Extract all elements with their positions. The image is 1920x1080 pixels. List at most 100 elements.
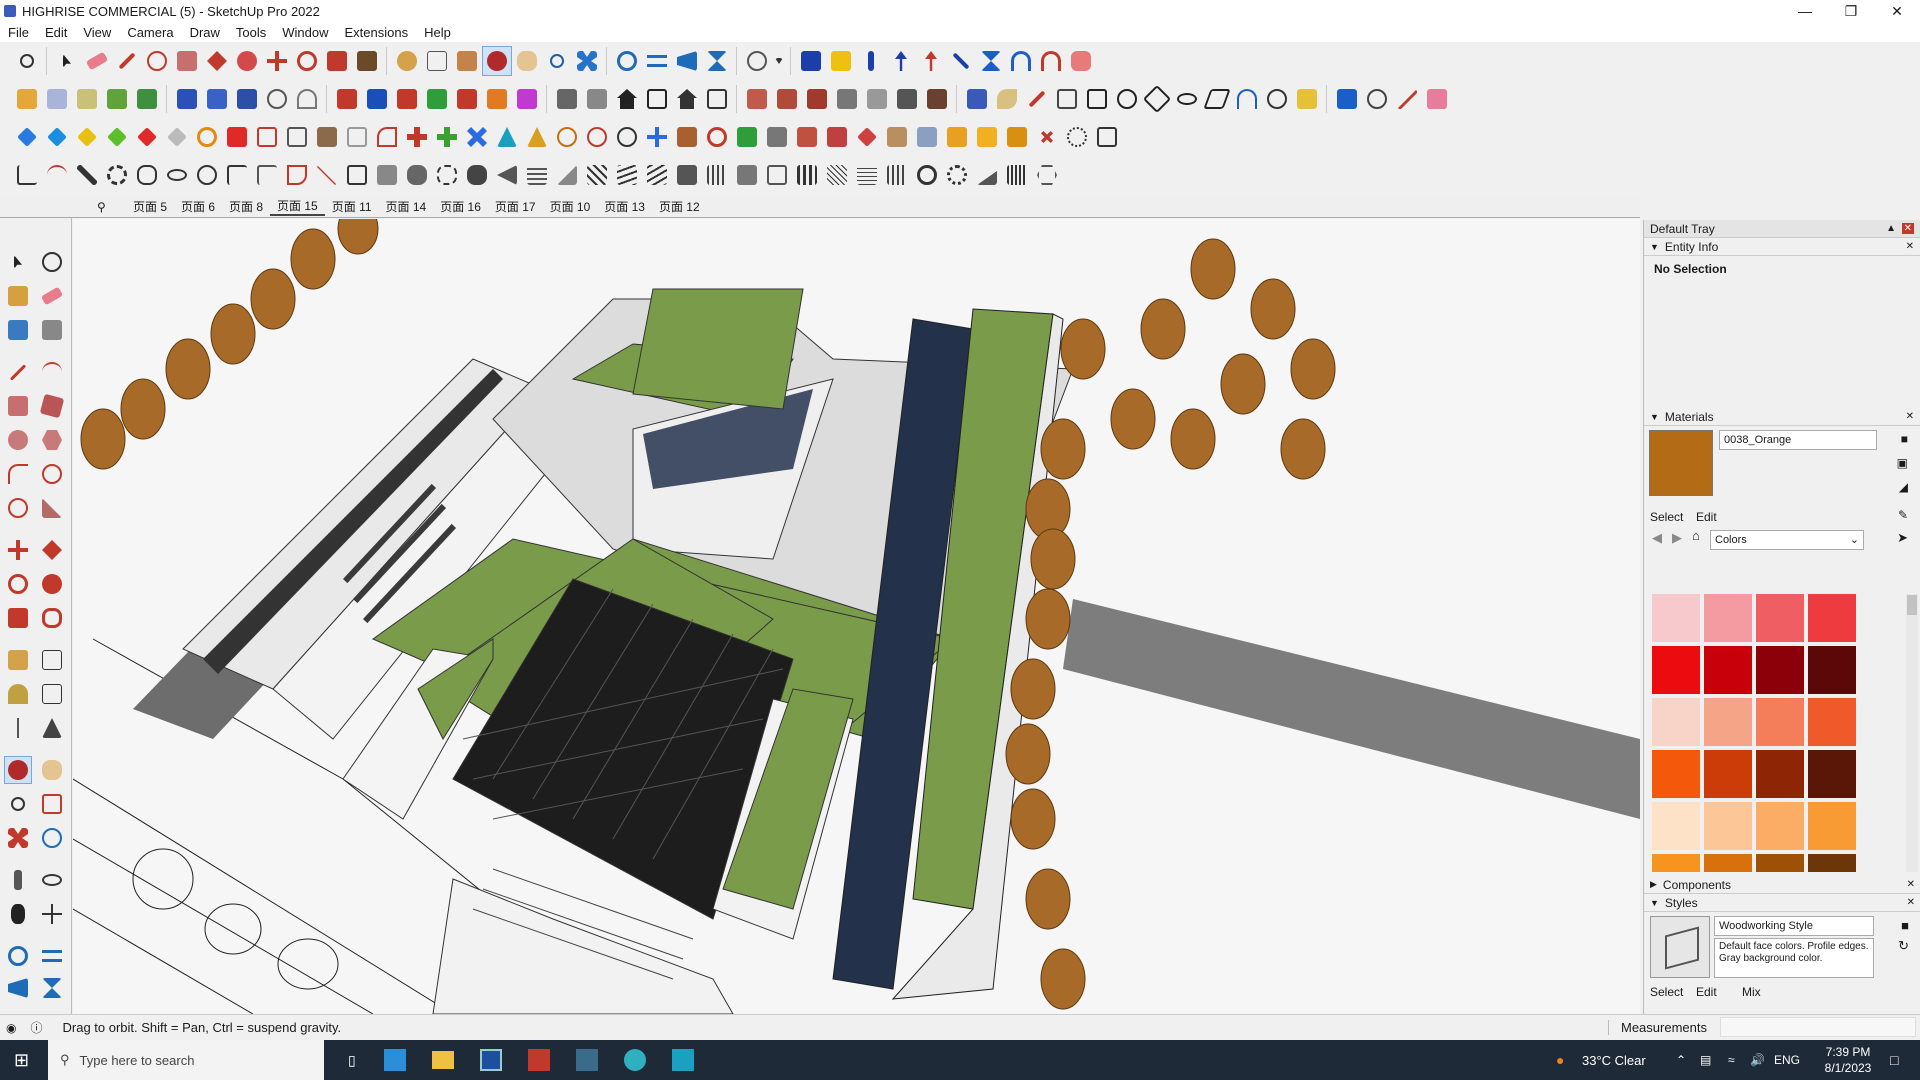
menu-view[interactable]: View	[75, 25, 119, 40]
styles-tab-mix[interactable]: Mix	[1742, 985, 1761, 999]
components-header[interactable]: ▶ Components ✕	[1644, 876, 1920, 894]
left-component-button[interactable]	[4, 316, 32, 344]
left-axes-button[interactable]	[4, 714, 32, 742]
materials-tab-select[interactable]: Select	[1650, 510, 1683, 524]
left-tag-button[interactable]	[38, 316, 66, 344]
color-swatch[interactable]	[1704, 646, 1752, 694]
left-polygon-button[interactable]	[38, 426, 66, 454]
materials-header[interactable]: ▼ Materials ✕	[1644, 408, 1920, 426]
forward-arrow-icon[interactable]: ▶	[1672, 530, 1682, 546]
color-swatch[interactable]	[1808, 802, 1856, 850]
color-swatch[interactable]	[1652, 750, 1700, 798]
tool-3-35-button[interactable]	[1032, 122, 1062, 152]
color-swatch[interactable]	[1808, 854, 1856, 872]
taskbar-search[interactable]: ⚲ Type here to search	[48, 1040, 324, 1080]
front-view-button[interactable]	[672, 46, 702, 76]
left-rectangle-button[interactable]	[4, 392, 32, 420]
tool-3-9-button[interactable]	[252, 122, 282, 152]
house-3-button[interactable]	[672, 84, 702, 114]
file-explorer-icon[interactable]	[431, 1051, 454, 1069]
house-2-button[interactable]	[642, 84, 672, 114]
house-4-button[interactable]	[702, 84, 732, 114]
ext-tool-4-button[interactable]	[886, 46, 916, 76]
materials-tab-edit[interactable]: Edit	[1696, 510, 1717, 524]
pushpull-tool-button[interactable]	[202, 46, 232, 76]
ext-tool-7-button[interactable]	[976, 46, 1006, 76]
brick-6-button[interactable]	[892, 84, 922, 114]
move-point-button[interactable]	[1392, 84, 1422, 114]
tool-4-25-button[interactable]	[732, 160, 762, 190]
language-indicator[interactable]: ENG	[1774, 1053, 1800, 1067]
tool-3-13-button[interactable]	[372, 122, 402, 152]
tool-4-13-button[interactable]	[372, 160, 402, 190]
tool-4-8-button[interactable]	[222, 160, 252, 190]
left-walk-button[interactable]	[4, 900, 32, 928]
left-position-camera-button[interactable]	[4, 866, 32, 894]
left-arc-button[interactable]	[4, 460, 32, 488]
tool-4-18-button[interactable]	[522, 160, 552, 190]
brick-4-button[interactable]	[832, 84, 862, 114]
tray-close-icon[interactable]: ✕	[1901, 223, 1914, 234]
tool-4-22-button[interactable]	[642, 160, 672, 190]
left-top-button[interactable]	[38, 942, 66, 970]
color-swatch[interactable]	[1756, 854, 1804, 872]
tool-3-1-button[interactable]	[12, 122, 42, 152]
tool-3-27-button[interactable]	[792, 122, 822, 152]
maximize-button[interactable]: ❐	[1828, 0, 1874, 22]
styles-tab-select[interactable]: Select	[1650, 985, 1683, 999]
tool-3-2-button[interactable]	[42, 122, 72, 152]
components-close-icon[interactable]: ✕	[1907, 879, 1915, 890]
color-swatch[interactable]	[1652, 646, 1700, 694]
scene-tab[interactable]: 页面 13	[597, 198, 652, 215]
search-scenes-icon[interactable]: ⚲	[90, 200, 113, 214]
solid-union-button[interactable]	[72, 84, 102, 114]
tool-4-24-button[interactable]	[702, 160, 732, 190]
ext-tool-1-button[interactable]	[796, 46, 826, 76]
tape-tool-button[interactable]	[392, 46, 422, 76]
tool-3-18-button[interactable]	[522, 122, 552, 152]
section-plane-button[interactable]	[172, 84, 202, 114]
tool-4-23-button[interactable]	[672, 160, 702, 190]
color-swatch[interactable]	[1704, 594, 1752, 642]
scene-tab[interactable]: 页面 10	[543, 198, 598, 215]
styles-close-icon[interactable]: ✕	[1907, 897, 1915, 908]
color-swatch[interactable]	[1756, 802, 1804, 850]
ext-tool-2-button[interactable]	[826, 46, 856, 76]
home-icon[interactable]: ⌂	[1692, 528, 1700, 543]
styles-tab-edit[interactable]: Edit	[1696, 985, 1717, 999]
left-orbit-button[interactable]	[4, 756, 32, 784]
tool-3-23-button[interactable]	[672, 122, 702, 152]
section-cut-button[interactable]	[202, 84, 232, 114]
house-button[interactable]	[612, 84, 642, 114]
shape-2-button[interactable]	[1082, 84, 1112, 114]
tool-4-15-button[interactable]	[432, 160, 462, 190]
color-swatch[interactable]	[1756, 594, 1804, 642]
left-3dtext-button[interactable]	[38, 714, 66, 742]
tool-3-16-button[interactable]	[462, 122, 492, 152]
autocad-icon[interactable]	[527, 1049, 550, 1071]
undo-button[interactable]	[1006, 46, 1036, 76]
brick-7-button[interactable]	[922, 84, 952, 114]
offset-tool-button[interactable]	[352, 46, 382, 76]
move-tool-button[interactable]	[262, 46, 292, 76]
left-section-button[interactable]	[38, 900, 66, 928]
orbit-tool-button[interactable]	[482, 46, 512, 76]
color-swatch[interactable]	[1704, 802, 1752, 850]
menu-extensions[interactable]: Extensions	[337, 25, 417, 40]
scene-tab[interactable]: 页面 6	[174, 198, 222, 215]
tool-3-36-button[interactable]	[1062, 122, 1092, 152]
library-dropdown[interactable]: Colors ⌄	[1710, 530, 1864, 550]
left-rotated-rect-button[interactable]	[38, 392, 66, 420]
tool-3-34-button[interactable]	[1002, 122, 1032, 152]
redo-button[interactable]	[1036, 46, 1066, 76]
tool-4-5-button[interactable]	[132, 160, 162, 190]
tool-3-11-button[interactable]	[312, 122, 342, 152]
circle-button[interactable]	[1112, 84, 1142, 114]
left-offset-button[interactable]	[38, 604, 66, 632]
tool-4-30-button[interactable]	[882, 160, 912, 190]
styles-header[interactable]: ▼ Styles ✕	[1644, 894, 1920, 912]
tool-4-21-button[interactable]	[612, 160, 642, 190]
color-swatch[interactable]	[1704, 750, 1752, 798]
spiral-button[interactable]	[1262, 84, 1292, 114]
solid-intersect-button[interactable]	[42, 84, 72, 114]
